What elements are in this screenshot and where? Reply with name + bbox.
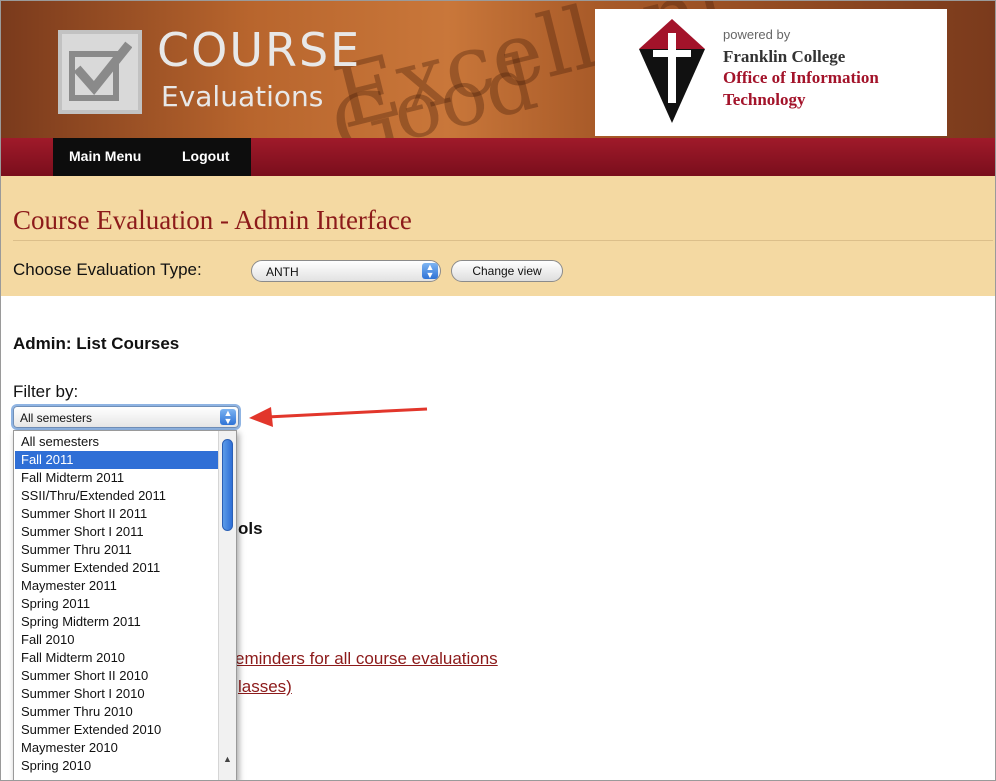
checkbox-icon [58, 30, 142, 114]
semester-dropdown-list: All semesters Fall 2011 Fall Midterm 201… [13, 430, 237, 780]
dropdown-option[interactable]: Spring 2010 [15, 757, 219, 775]
classes-link[interactable]: lasses) [238, 677, 292, 697]
dropdown-option[interactable]: Summer Short I 2010 [15, 685, 219, 703]
college-name: Franklin College [723, 47, 846, 66]
dropdown-option[interactable]: Spring Midterm 2011 [15, 613, 219, 631]
select-arrows-icon: ▲ ▼ [220, 409, 236, 426]
logout-link[interactable]: Logout [182, 148, 229, 164]
page-title: Course Evaluation - Admin Interface [13, 205, 412, 235]
dropdown-option[interactable]: Summer Short II 2010 [15, 667, 219, 685]
tools-heading-fragment: ols [238, 519, 263, 538]
header-divider [13, 240, 993, 241]
evaluations-wordmark: Evaluations [161, 80, 324, 113]
dropdown-option[interactable]: Summer Short II 2011 [15, 505, 219, 523]
dropdown-option[interactable]: SSII/Thru/Extended 2011 [15, 487, 219, 505]
nav-bar: Main Menu Logout [1, 138, 995, 176]
select-arrows-icon: ▲ ▼ [422, 263, 438, 280]
dropdown-option[interactable]: Summer Thru 2010 [15, 703, 219, 721]
evaluation-type-select[interactable]: ANTH ▲ ▼ [251, 260, 441, 282]
office-name-line-1: Office of Information [723, 68, 879, 87]
franklin-shield-icon [639, 19, 705, 123]
page-frame: Excellent Good COURSE Evaluations powere… [0, 0, 996, 781]
franklin-college-panel: powered by Franklin College Office of In… [595, 9, 947, 136]
dropdown-option[interactable]: Summer Short I 2011 [15, 523, 219, 541]
change-view-button[interactable]: Change view [451, 260, 563, 282]
list-courses-heading: Admin: List Courses [13, 334, 180, 353]
semester-filter-value: All semesters [20, 411, 93, 425]
dropdown-option[interactable]: Fall 2010 [15, 631, 219, 649]
dropdown-option[interactable]: Summer Thru 2011 [15, 541, 219, 559]
course-wordmark: COURSE [157, 23, 362, 77]
site-banner: Excellent Good COURSE Evaluations powere… [1, 1, 995, 138]
dropdown-option[interactable]: Maymester 2011 [15, 577, 219, 595]
dropdown-option-selected[interactable]: Fall 2011 [15, 451, 219, 469]
dropdown-option[interactable]: All semesters [15, 433, 219, 451]
dropdown-option[interactable]: Spring 2011 [15, 595, 219, 613]
dropdown-option[interactable]: Maymester 2010 [15, 739, 219, 757]
send-reminders-link[interactable]: eminders for all course evaluations [235, 649, 498, 669]
dropdown-scrollbar[interactable]: ▲ [218, 431, 236, 780]
evaluation-type-value: ANTH [266, 265, 299, 279]
dropdown-option[interactable]: Summer Extended 2011 [15, 559, 219, 577]
nav-menu: Main Menu Logout [53, 138, 251, 176]
main-menu-link[interactable]: Main Menu [69, 148, 141, 164]
semester-filter-select[interactable]: All semesters ▲ ▼ [13, 406, 239, 428]
dropdown-option[interactable]: Fall Midterm 2010 [15, 649, 219, 667]
scrollbar-thumb[interactable] [222, 439, 233, 531]
evaluation-type-label: Choose Evaluation Type: [13, 260, 202, 279]
filter-label: Filter by: [13, 382, 79, 401]
dropdown-option[interactable]: Fall Midterm 2011 [15, 469, 219, 487]
dropdown-option[interactable]: Summer Extended 2010 [15, 721, 219, 739]
powered-by-label: powered by [723, 27, 791, 42]
scroll-up-arrow-icon[interactable]: ▲ [220, 751, 235, 767]
office-name-line-2: Technology [723, 90, 806, 109]
admin-header: Course Evaluation - Admin Interface Choo… [1, 176, 995, 296]
